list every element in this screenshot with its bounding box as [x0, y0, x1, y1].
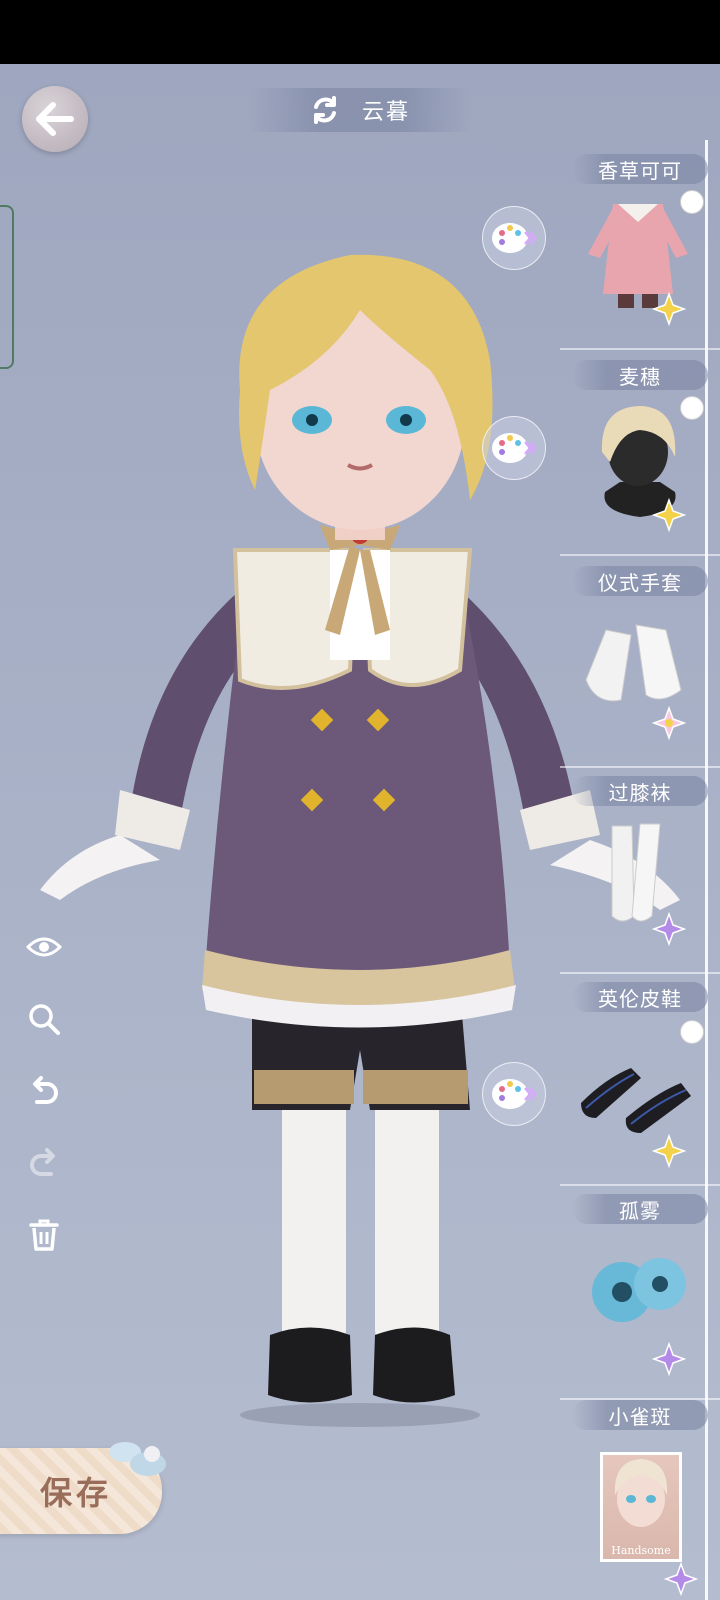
item-makeup-thumbnail[interactable]: Handsome [600, 1452, 682, 1562]
item-label-gloves: 仪式手套 [572, 566, 708, 596]
item-label-shoes: 英伦皮鞋 [572, 982, 708, 1012]
item-divider [560, 766, 720, 768]
item-label-socks: 过膝袜 [572, 776, 708, 806]
gold-star-icon [652, 498, 686, 532]
palette-icon [492, 433, 537, 463]
palette-icon [492, 1079, 537, 1109]
dye-button-dress[interactable] [482, 206, 546, 270]
arrow-left-icon [36, 102, 74, 136]
item-label-makeup: 小雀斑 [572, 1400, 708, 1430]
makeup-thumb-caption: Handsome [611, 1544, 671, 1557]
outfit-title-bar[interactable]: 云暮 [248, 88, 472, 132]
item-label-eyes: 孤雾 [572, 1194, 708, 1224]
dye-button-hair[interactable] [482, 416, 546, 480]
dye-button-shoes[interactable] [482, 1062, 546, 1126]
rainbow-star-icon [652, 706, 686, 740]
item-panel-scrollbar[interactable] [705, 140, 708, 1600]
eye-icon [25, 937, 63, 957]
item-divider [560, 972, 720, 974]
left-toolbar [22, 925, 66, 1285]
purple-star-icon [652, 1342, 686, 1376]
outfit-name: 云暮 [361, 100, 410, 125]
palette-icon [492, 223, 537, 253]
item-label-hair: 麦穗 [572, 360, 708, 390]
status-bar [0, 0, 720, 64]
face-portrait-icon [614, 1459, 668, 1527]
undo-button[interactable] [22, 1069, 66, 1113]
side-drawer-handle[interactable] [0, 205, 14, 369]
delete-button[interactable] [22, 1213, 66, 1257]
redo-icon [30, 1148, 55, 1176]
item-label-dress: 香草可可 [572, 154, 708, 184]
zoom-icon [29, 1004, 60, 1035]
redo-button[interactable] [22, 1141, 66, 1185]
item-divider [560, 554, 720, 556]
gold-star-icon [652, 292, 686, 326]
back-button[interactable] [22, 86, 88, 152]
zoom-button[interactable] [22, 997, 66, 1041]
purple-star-icon [652, 912, 686, 946]
refresh-icon [313, 96, 336, 124]
item-divider [560, 1184, 720, 1186]
gold-star-icon [652, 1134, 686, 1168]
item-divider [560, 348, 720, 350]
purple-star-icon [664, 1562, 698, 1596]
trash-icon [29, 1219, 59, 1251]
preview-toggle-button[interactable] [22, 925, 66, 969]
undo-icon [33, 1076, 58, 1104]
lace-bow-decoration [109, 1442, 166, 1476]
